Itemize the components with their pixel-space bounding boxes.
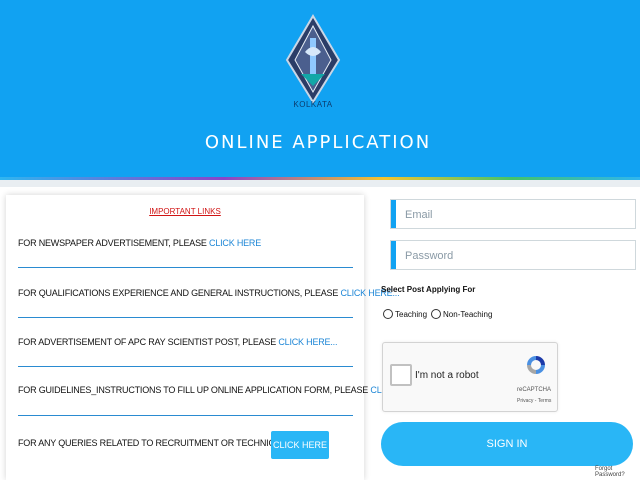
logo-caption: KOLKATA [293, 100, 333, 109]
recaptcha-brand: reCAPTCHA [517, 387, 552, 393]
non-teaching-option[interactable]: Non-Teaching [431, 309, 492, 319]
notice-text: FOR GUIDELINES_INSTRUCTIONS TO FILL UP O… [18, 385, 371, 395]
non-teaching-label: Non-Teaching [443, 309, 493, 319]
notice-text: FOR ADVERTISEMENT OF APC RAY SCIENTIST P… [18, 337, 279, 347]
teaching-radio[interactable] [383, 309, 393, 319]
divider [18, 415, 353, 416]
field-accent [391, 241, 396, 269]
email-input[interactable] [405, 205, 625, 225]
divider [18, 317, 353, 318]
page-title: ONLINE APPLICATION [204, 132, 432, 153]
forgot-password-link[interactable]: Forgot Password? [595, 466, 640, 478]
institute-logo-icon [285, 14, 341, 104]
post-select-label: Select Post Applying For [381, 285, 476, 294]
recaptcha-label: I'm not a robot [415, 370, 479, 381]
password-input[interactable] [405, 246, 625, 266]
important-links-panel: IMPORTANT LINKS FOR NEWSPAPER ADVERTISEM… [6, 195, 425, 480]
header-banner: KOLKATA ONLINE APPLICATION [0, 0, 640, 177]
recaptcha-checkbox[interactable] [390, 364, 412, 386]
recaptcha-widget: I'm not a robot reCAPTCHA Privacy - Term… [382, 342, 558, 412]
important-links-heading: IMPORTANT LINKS [149, 207, 221, 216]
non-teaching-radio[interactable] [431, 309, 442, 319]
header-shadow-bar [0, 180, 640, 187]
notice-text: FOR QUALIFICATIONS EXPERIENCE AND GENERA… [18, 288, 341, 298]
recaptcha-logo-icon [527, 356, 545, 374]
notice-row-guidelines: FOR GUIDELINES_INSTRUCTIONS TO FILL UP O… [18, 385, 425, 395]
queries-click-here-button[interactable]: CLICK HERE [271, 431, 329, 459]
divider [18, 267, 353, 268]
newspaper-advertisement-link[interactable]: CLICK HERE [209, 238, 261, 248]
email-field[interactable] [390, 199, 636, 229]
notice-row-newspaper: FOR NEWSPAPER ADVERTISEMENT, PLEASE CLIC… [18, 238, 353, 248]
teaching-option[interactable]: Teaching [383, 309, 427, 319]
apc-ray-scientist-link[interactable]: CLICK HERE... [278, 337, 337, 347]
notice-row-qualifications: FOR QUALIFICATIONS EXPERIENCE AND GENERA… [18, 288, 400, 298]
field-accent [391, 200, 396, 228]
post-radio-group: Teaching Non-Teaching [383, 307, 496, 321]
notice-text: FOR NEWSPAPER ADVERTISEMENT, PLEASE [18, 238, 210, 248]
recaptcha-privacy-terms[interactable]: Privacy - Terms [517, 398, 551, 404]
sign-in-button[interactable]: SIGN IN [381, 422, 633, 466]
password-field[interactable] [390, 240, 636, 270]
notice-row-apc-ray: FOR ADVERTISEMENT OF APC RAY SCIENTIST P… [18, 337, 353, 347]
teaching-label: Teaching [395, 309, 428, 319]
divider [18, 366, 353, 367]
